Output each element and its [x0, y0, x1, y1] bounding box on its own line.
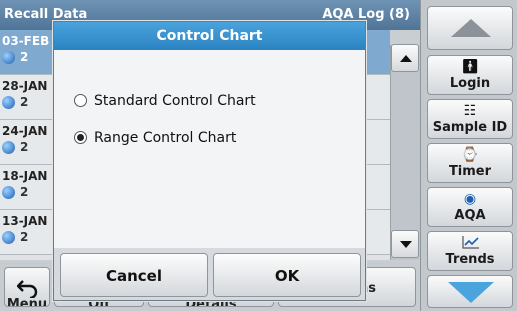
row-date: 13-JAN: [2, 214, 48, 228]
timer-label: Timer: [448, 164, 492, 179]
ok-button[interactable]: OK: [213, 253, 361, 297]
globe-icon: [2, 231, 15, 244]
chevron-up-icon: [400, 55, 412, 62]
row-date: 24-JAN: [2, 124, 48, 138]
trends-label: Trends: [445, 252, 495, 267]
row-value: 2: [20, 50, 29, 64]
triangle-up-icon: [451, 19, 491, 37]
globe-icon: [2, 51, 15, 64]
option-label: Range Control Chart: [94, 130, 237, 146]
login-label: Login: [449, 76, 491, 91]
back-arrow-icon: [17, 280, 38, 298]
side-panel: 🚹︎ Login ☷ Sample ID ⌚ Timer ◉ AQA Trend…: [420, 0, 517, 311]
timer-icon: ⌚: [461, 147, 479, 163]
aqa-log-title: AQA Log (8): [322, 7, 410, 22]
screen: Recall Data AQA Log (8) 03-FEB 2 28-JAN …: [0, 0, 517, 311]
cancel-button[interactable]: Cancel: [60, 253, 208, 297]
trends-button[interactable]: Trends: [427, 231, 513, 271]
scroll-up-button[interactable]: [391, 44, 419, 72]
aqa-label: AQA: [454, 208, 486, 223]
page-down-button[interactable]: [427, 275, 513, 308]
login-button[interactable]: 🚹︎ Login: [427, 55, 513, 95]
sample-bottle-icon: ☷: [463, 103, 477, 119]
timer-button[interactable]: ⌚ Timer: [427, 143, 513, 183]
radio-unchecked-icon[interactable]: [74, 94, 87, 107]
row-value: 2: [20, 140, 29, 154]
dialog-footer: Cancel OK: [54, 248, 365, 300]
aqa-icon: ◉: [463, 191, 477, 207]
row-value: 2: [20, 230, 29, 244]
back-button[interactable]: Menu: [4, 267, 50, 307]
row-date: 18-JAN: [2, 169, 48, 183]
list-scrollbar[interactable]: [390, 45, 420, 260]
page-up-button[interactable]: [427, 6, 513, 50]
person-icon: 🚹︎: [461, 59, 479, 75]
option-label: Standard Control Chart: [94, 93, 256, 109]
range-control-chart-option[interactable]: Range Control Chart: [74, 127, 294, 149]
dialog-title: Control Chart: [54, 22, 365, 50]
globe-icon: [2, 186, 15, 199]
globe-icon: [2, 141, 15, 154]
row-date: 28-JAN: [2, 79, 48, 93]
row-value: 2: [20, 185, 29, 199]
row-value: 2: [20, 95, 29, 109]
sample-id-button[interactable]: ☷ Sample ID: [427, 99, 513, 139]
scroll-down-button[interactable]: [391, 230, 419, 258]
app-title: Recall Data: [4, 7, 88, 22]
aqa-button[interactable]: ◉ AQA: [427, 187, 513, 227]
chevron-down-icon: [400, 241, 412, 248]
triangle-down-icon: [448, 282, 494, 303]
sample-id-label: Sample ID: [432, 120, 508, 135]
control-chart-dialog: Control Chart Standard Control Chart Ran…: [53, 21, 366, 301]
trend-chart-icon: [462, 236, 479, 249]
standard-control-chart-option[interactable]: Standard Control Chart: [74, 90, 294, 112]
menu-button-label: Menu: [6, 297, 48, 307]
row-date: 03-FEB: [2, 34, 50, 48]
radio-checked-icon[interactable]: [74, 131, 87, 144]
globe-icon: [2, 96, 15, 109]
